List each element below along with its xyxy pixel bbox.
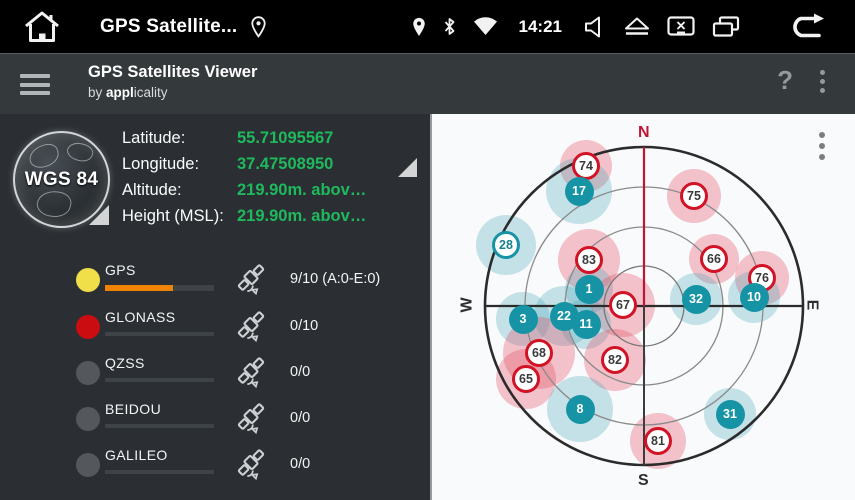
clock: 14:21 xyxy=(519,17,562,37)
signal-progress-bar xyxy=(105,470,214,474)
coordinate-value: 55.71095567 xyxy=(237,129,333,148)
app-subtitle: by applicality xyxy=(88,85,257,100)
bluetooth-icon xyxy=(443,17,456,36)
app-header: GPS Satellites Viewer by applicality ? xyxy=(0,53,855,114)
system-row-gps[interactable]: GPS 9/10 (A:0-E:0) xyxy=(0,259,430,305)
satellite-28[interactable]: 28 xyxy=(492,231,520,259)
system-count: 0/0 xyxy=(290,410,310,426)
eject-icon[interactable] xyxy=(624,17,650,37)
coordinate-row: Height (MSL):219.90m. abov… xyxy=(122,203,366,229)
satellite-67[interactable]: 67 xyxy=(609,291,637,319)
status-bar: GPS Satellite... xyxy=(0,0,855,53)
system-status-dot xyxy=(76,361,100,385)
coordinates-block: Latitude:55.71095567Longitude:37.4750895… xyxy=(122,125,366,229)
info-panel: WGS 84 Latitude:55.71095567Longitude:37.… xyxy=(0,114,430,500)
back-icon[interactable] xyxy=(785,13,829,41)
satellite-8[interactable]: 8 xyxy=(566,395,595,424)
coordinate-label: Latitude: xyxy=(122,129,237,148)
satellite-11[interactable]: 11 xyxy=(572,310,601,339)
satellite-31[interactable]: 31 xyxy=(716,400,745,429)
system-name: GPS xyxy=(105,262,136,278)
coordinate-label: Longitude: xyxy=(122,155,237,174)
system-row-qzss[interactable]: QZSS 0/0 xyxy=(0,352,430,398)
home-icon[interactable] xyxy=(22,9,62,45)
satellite-icon xyxy=(233,311,269,348)
satellite-1[interactable]: 1 xyxy=(575,275,604,304)
system-status-dot xyxy=(76,407,100,431)
coordinate-row: Longitude:37.47508950 xyxy=(122,151,366,177)
skyplot-panel: 7417752883667611032673221168826583181 N … xyxy=(430,114,855,500)
satellite-82[interactable]: 82 xyxy=(601,346,629,374)
satellite-icon xyxy=(233,357,269,394)
system-status-dot xyxy=(76,268,100,292)
system-name: BEIDOU xyxy=(105,401,161,417)
signal-progress-bar xyxy=(105,285,214,291)
wifi-icon xyxy=(473,17,498,36)
datum-label: WGS 84 xyxy=(25,169,99,191)
coordinate-row: Latitude:55.71095567 xyxy=(122,125,366,151)
statusbar-right-icons: 14:21 xyxy=(412,0,839,53)
satellite-32[interactable]: 32 xyxy=(682,285,711,314)
screen-off-icon[interactable] xyxy=(667,16,695,37)
system-count: 0/10 xyxy=(290,318,318,334)
system-name: QZSS xyxy=(105,355,145,371)
satellite-75[interactable]: 75 xyxy=(680,182,708,210)
coordinate-value: 219.90m. abov… xyxy=(237,181,366,200)
system-status-dot xyxy=(76,453,100,477)
coordinate-value: 37.47508950 xyxy=(237,155,333,174)
coordinate-row: Altitude:219.90m. abov… xyxy=(122,177,366,203)
system-status-dot xyxy=(76,315,100,339)
menu-icon[interactable] xyxy=(20,74,50,95)
satellite-icon xyxy=(233,264,269,301)
satellite-10[interactable]: 10 xyxy=(740,283,769,312)
coordinate-value: 219.90m. abov… xyxy=(237,207,366,226)
satellite-68[interactable]: 68 xyxy=(525,339,553,367)
system-count: 0/0 xyxy=(290,364,310,380)
skyplot-satellites: 7417752883667611032673221168826583181 xyxy=(432,114,855,500)
signal-progress-bar xyxy=(105,424,214,428)
satellite-83[interactable]: 83 xyxy=(575,246,603,274)
statusbar-app-title: GPS Satellite... xyxy=(100,16,237,38)
satellite-icon xyxy=(233,403,269,440)
satellite-icon xyxy=(233,449,269,486)
app-title-block: GPS Satellites Viewer by applicality xyxy=(88,63,257,100)
system-row-beidou[interactable]: BEIDOU 0/0 xyxy=(0,398,430,444)
system-name: GALILEO xyxy=(105,447,168,463)
satellite-17[interactable]: 17 xyxy=(565,177,594,206)
system-count: 0/0 xyxy=(290,456,310,472)
overflow-menu-icon[interactable] xyxy=(820,70,825,93)
volume-icon[interactable] xyxy=(583,15,607,39)
location-pin-outline-icon xyxy=(251,16,266,38)
coordinate-label: Height (MSL): xyxy=(122,207,237,226)
system-row-glonass[interactable]: GLONASS 0/10 xyxy=(0,306,430,352)
satellite-3[interactable]: 3 xyxy=(509,305,538,334)
location-pin-icon xyxy=(412,17,426,37)
app-title: GPS Satellites Viewer xyxy=(88,63,257,82)
satellite-65[interactable]: 65 xyxy=(512,365,540,393)
system-row-galileo[interactable]: GALILEO 0/0 xyxy=(0,444,430,490)
system-count: 9/10 (A:0-E:0) xyxy=(290,271,380,287)
app-screen: GPS Satellite... xyxy=(0,0,855,500)
help-button[interactable]: ? xyxy=(777,65,793,96)
satellite-66[interactable]: 66 xyxy=(700,245,728,273)
satellite-74[interactable]: 74 xyxy=(572,152,600,180)
signal-progress-bar xyxy=(105,378,214,382)
values-expander-icon[interactable] xyxy=(398,158,417,177)
globe-expander-icon[interactable] xyxy=(89,205,109,225)
signal-progress-bar xyxy=(105,332,214,336)
recent-apps-icon[interactable] xyxy=(712,16,740,37)
coordinate-label: Altitude: xyxy=(122,181,237,200)
satellite-81[interactable]: 81 xyxy=(644,427,672,455)
system-name: GLONASS xyxy=(105,309,176,325)
